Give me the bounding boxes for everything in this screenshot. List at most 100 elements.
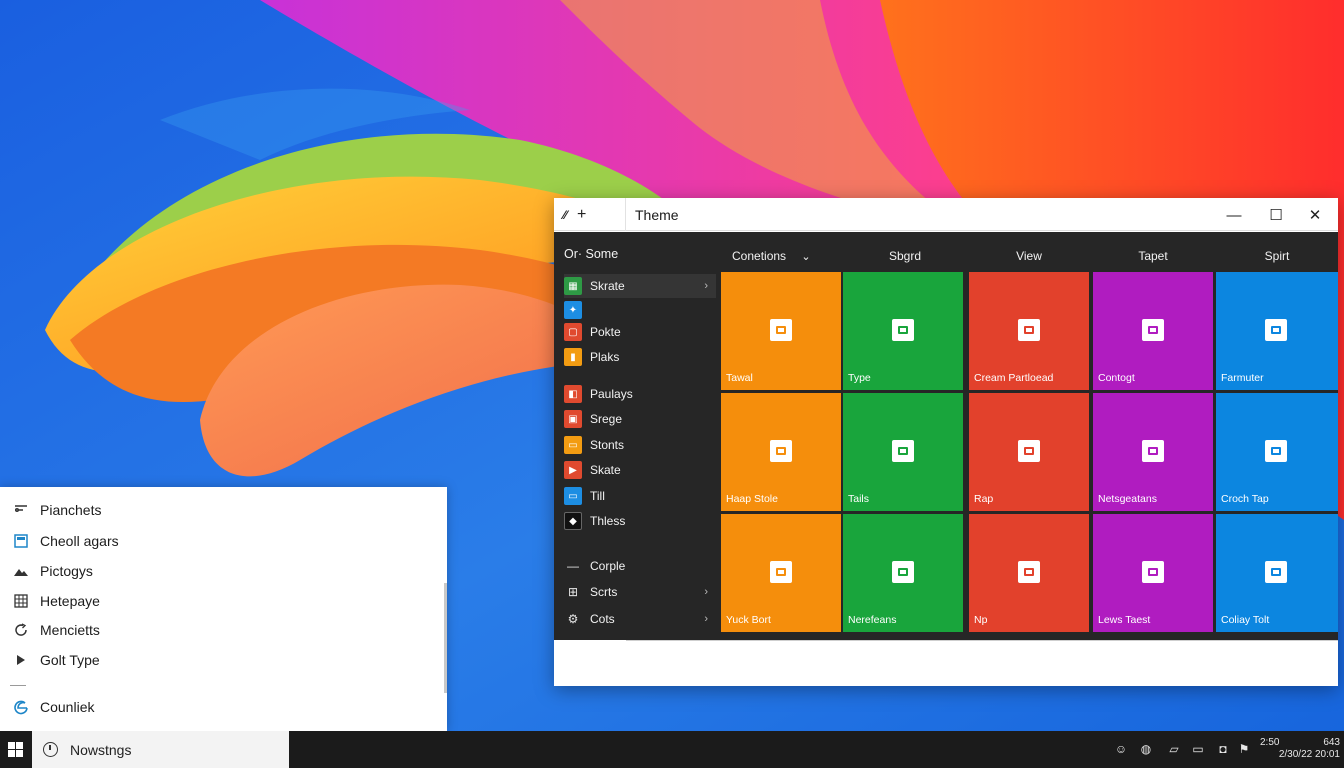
tile-contogt[interactable]: Contogt <box>1093 272 1213 390</box>
globe-icon[interactable]: ◍ <box>1139 742 1153 756</box>
minimize-button[interactable]: — <box>1219 202 1249 228</box>
tile-cream-partloead[interactable]: Cream Partloead <box>969 272 1089 390</box>
tile-label: Lews Taest <box>1098 614 1151 626</box>
sidebar-header: Or· Some <box>564 247 619 261</box>
sidebar-item-plaks[interactable]: ▮ Plaks <box>564 345 716 369</box>
sidebar-item-label: Srege <box>590 412 623 426</box>
sidebar-item-scrts[interactable]: ⊞ Scrts › <box>564 580 716 604</box>
maximize-button[interactable]: ☐ <box>1261 202 1291 228</box>
chevron-down-icon: ⌄ <box>801 251 811 263</box>
tile-farmuter[interactable]: Farmuter <box>1216 272 1338 390</box>
refresh-icon <box>1265 440 1287 462</box>
grid-icon <box>12 592 30 610</box>
chevron-right-icon: › <box>704 280 708 292</box>
sidebar-item-label: Cots <box>590 612 615 626</box>
display-icon[interactable]: ▭ <box>1191 742 1205 756</box>
sidebar-item-till[interactable]: ▭ Till <box>564 484 716 508</box>
sidebar-item-paulays[interactable]: ◧ Paulays <box>564 382 716 406</box>
tile-np[interactable]: Np <box>969 514 1089 632</box>
flyout-item-hetepaye[interactable]: Hetepaye <box>12 590 100 612</box>
list-icon <box>1265 561 1287 583</box>
tile-lews-taest[interactable]: Lews Taest <box>1093 514 1213 632</box>
sidebar-item-label: Corple <box>590 559 626 573</box>
shield-icon[interactable]: ◘ <box>1216 742 1230 756</box>
column-header-tapet[interactable]: Tapet <box>1091 249 1215 263</box>
pin-icon[interactable]: ⁄⁄ <box>563 208 567 222</box>
column-header-conetions[interactable]: Conetions ⌄ <box>732 249 832 263</box>
tile-label: Type <box>848 372 871 384</box>
flyout-scrollbar[interactable] <box>444 583 447 693</box>
flyout-item-golt-type[interactable]: Golt Type <box>12 649 100 671</box>
sidebar-item-skrate[interactable]: ▦ Skrate › <box>564 274 716 298</box>
flyout-item-label: Golt Type <box>40 652 100 668</box>
sidebar-item-label: Skrate <box>590 279 625 293</box>
tile-coliay-tolt[interactable]: Coliay Tolt <box>1216 514 1338 632</box>
flyout-item-label: Counliek <box>40 699 95 715</box>
sidebar-item-label: Pokte <box>590 325 621 339</box>
tile-rap[interactable]: Rap <box>969 393 1089 511</box>
tile-tails[interactable]: Tails <box>843 393 963 511</box>
tile-label: Haap Stole <box>726 493 778 505</box>
tile-type[interactable]: Type <box>843 272 963 390</box>
chat-icon[interactable]: ▱ <box>1167 742 1181 756</box>
sidebar-item-srege[interactable]: ▣ Srege <box>564 407 716 431</box>
tile-tawal[interactable]: Tawal <box>721 272 841 390</box>
tile-label: Croch Tap <box>1221 493 1269 505</box>
sidebar-item-corple[interactable]: — Corple <box>564 554 716 578</box>
sidebar-item-stonts[interactable]: ▭ Stonts <box>564 433 716 457</box>
sidebar-item-label: Skate <box>590 463 621 477</box>
column-header-spirt[interactable]: Spirt <box>1215 249 1339 263</box>
smile-icon[interactable]: ☺ <box>1114 742 1128 756</box>
flyout-item-mencietts[interactable]: Mencietts <box>12 619 100 641</box>
plus-icon[interactable]: + <box>577 206 586 224</box>
document-icon <box>1018 561 1040 583</box>
chevron-right-icon: › <box>704 613 708 625</box>
app-icon <box>770 319 792 341</box>
taskbar-search[interactable]: Nowstngs <box>32 731 289 768</box>
close-button[interactable]: ✕ <box>1300 202 1330 228</box>
tile-label: Farmuter <box>1221 372 1264 384</box>
sidebar-item-skate[interactable]: ▶ Skate <box>564 458 716 482</box>
titlebar-tab-area: ⁄⁄ + <box>554 198 626 231</box>
c-icon <box>1018 440 1040 462</box>
shopping-bag-icon <box>892 561 914 583</box>
sidebar-item-label: Till <box>590 489 605 503</box>
tile-label: Nerefeans <box>848 614 897 626</box>
store-icon: ▣ <box>564 410 582 428</box>
sidebar-item-pokte[interactable]: ▢ Pokte <box>564 320 716 344</box>
tile-croch-tap[interactable]: Croch Tap <box>1216 393 1338 511</box>
tile-haap-stole[interactable]: Haap Stole <box>721 393 841 511</box>
tile-netsgeatans[interactable]: Netsgeatans <box>1093 393 1213 511</box>
tile-yuck-bort[interactable]: Yuck Bort <box>721 514 841 632</box>
document-icon <box>892 319 914 341</box>
flag-icon[interactable]: ⚑ <box>1237 742 1251 756</box>
flyout-item-pictogys[interactable]: Pictogys <box>12 560 93 582</box>
flyout-item-pianchets[interactable]: Pianchets <box>12 499 101 521</box>
grid-icon: ⊞ <box>567 585 579 599</box>
flyout-item-label: Cheoll agars <box>40 533 119 549</box>
tile-label: Contogt <box>1098 372 1135 384</box>
tile-nerefeans[interactable]: Nerefeans <box>843 514 963 632</box>
clock-date: 2/30/22 20:01 <box>1278 749 1340 760</box>
tile-label: Netsgeatans <box>1098 493 1157 505</box>
dash-icon: — <box>567 559 579 573</box>
tile-label: Np <box>974 614 988 626</box>
column-header-view[interactable]: View <box>967 249 1091 263</box>
window-titlebar[interactable]: ⁄⁄ + Theme — ☐ ✕ <box>554 198 1338 231</box>
start-button[interactable] <box>0 731 30 768</box>
pen-icon <box>1142 319 1164 341</box>
image-icon <box>12 562 30 580</box>
file-icon <box>892 440 914 462</box>
save-icon <box>1142 440 1164 462</box>
column-header-label: Conetions <box>732 249 787 263</box>
flyout-item-counliek[interactable]: Counliek <box>12 696 94 718</box>
column-header-sbgrd[interactable]: Sbgrd <box>843 249 967 263</box>
sidebar-item-thless[interactable]: ◆ Thless <box>564 509 716 533</box>
chevron-right-icon: › <box>704 586 708 598</box>
system-clock[interactable]: 2:50 643 2/30/22 20:01 <box>1260 737 1340 761</box>
gear-icon: ⚙ <box>567 612 579 626</box>
sidebar-item-cots[interactable]: ⚙ Cots › <box>564 607 716 631</box>
diamond-icon: ◆ <box>564 512 582 530</box>
flyout-item-cheoll-agars[interactable]: Cheoll agars <box>12 530 119 552</box>
sidebar-item-bird[interactable]: ✦ <box>564 298 716 322</box>
